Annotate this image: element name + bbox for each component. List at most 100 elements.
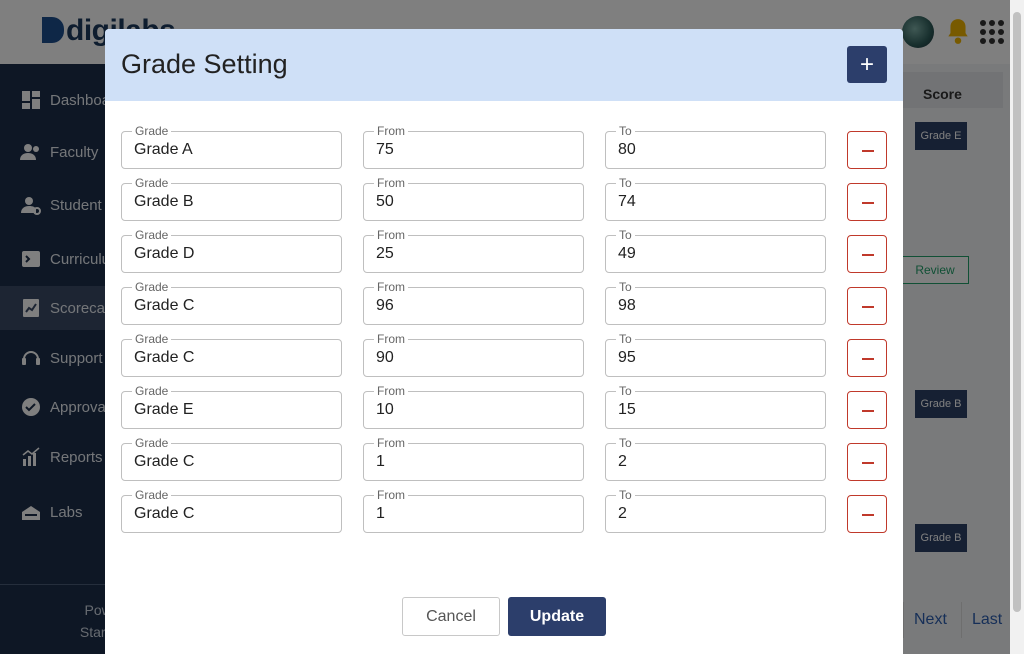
grade-value: Grade C <box>134 453 195 470</box>
remove-row-button[interactable] <box>847 287 887 325</box>
field-label: Grade <box>132 384 172 398</box>
grade-row: Grade Grade D From 25 To 49 <box>121 228 887 275</box>
field-label: To <box>616 384 635 398</box>
to-value: 95 <box>618 349 636 366</box>
from-value: 96 <box>376 297 394 314</box>
update-button[interactable]: Update <box>508 597 606 636</box>
grade-row: Grade Grade C From 1 To 2 <box>121 488 887 535</box>
minus-icon <box>862 358 874 360</box>
grade-row: Grade Grade C From 90 To 95 <box>121 332 887 379</box>
field-label: Grade <box>132 228 172 242</box>
grade-value: Grade C <box>134 297 195 314</box>
to-field[interactable]: To 98 <box>605 280 826 325</box>
from-field[interactable]: From 90 <box>363 332 584 377</box>
grade-row: Grade Grade C From 1 To 2 <box>121 436 887 483</box>
field-label: To <box>616 436 635 450</box>
field-label: From <box>374 488 408 502</box>
field-label: From <box>374 124 408 138</box>
remove-row-button[interactable] <box>847 235 887 273</box>
to-field[interactable]: To 2 <box>605 436 826 481</box>
grade-row: Grade Grade E From 10 To 15 <box>121 384 887 431</box>
to-value: 80 <box>618 141 636 158</box>
remove-row-button[interactable] <box>847 391 887 429</box>
page-scrollbar[interactable] <box>1010 0 1024 654</box>
remove-row-button[interactable] <box>847 183 887 221</box>
remove-row-button[interactable] <box>847 339 887 377</box>
minus-icon <box>862 462 874 464</box>
field-label: Grade <box>132 488 172 502</box>
minus-icon <box>862 306 874 308</box>
minus-icon <box>862 202 874 204</box>
to-field[interactable]: To 74 <box>605 176 826 221</box>
field-label: Grade <box>132 176 172 190</box>
remove-row-button[interactable] <box>847 495 887 533</box>
grade-row: Grade Grade C From 96 To 98 <box>121 280 887 327</box>
to-value: 2 <box>618 505 627 522</box>
grade-value: Grade C <box>134 505 195 522</box>
add-grade-button[interactable]: + <box>847 46 887 83</box>
from-value: 90 <box>376 349 394 366</box>
grade-field[interactable]: Grade Grade A <box>121 124 342 169</box>
grade-row: Grade Grade A From 75 To 80 <box>121 124 887 171</box>
grade-value: Grade E <box>134 401 194 418</box>
to-value: 74 <box>618 193 636 210</box>
grade-value: Grade A <box>134 141 193 158</box>
to-field[interactable]: To 15 <box>605 384 826 429</box>
modal-header: Grade Setting + <box>105 29 903 101</box>
grade-field[interactable]: Grade Grade B <box>121 176 342 221</box>
to-value: 98 <box>618 297 636 314</box>
from-value: 50 <box>376 193 394 210</box>
field-label: From <box>374 436 408 450</box>
grade-row: Grade Grade B From 50 To 74 <box>121 176 887 223</box>
from-field[interactable]: From 10 <box>363 384 584 429</box>
field-label: Grade <box>132 436 172 450</box>
grade-value: Grade C <box>134 349 195 366</box>
to-field[interactable]: To 80 <box>605 124 826 169</box>
from-field[interactable]: From 50 <box>363 176 584 221</box>
from-value: 1 <box>376 505 385 522</box>
field-label: From <box>374 332 408 346</box>
to-field[interactable]: To 49 <box>605 228 826 273</box>
grade-field[interactable]: Grade Grade C <box>121 332 342 377</box>
remove-row-button[interactable] <box>847 131 887 169</box>
field-label: To <box>616 280 635 294</box>
scrollbar-thumb[interactable] <box>1013 12 1021 612</box>
remove-row-button[interactable] <box>847 443 887 481</box>
to-value: 49 <box>618 245 636 262</box>
field-label: Grade <box>132 280 172 294</box>
field-label: To <box>616 332 635 346</box>
to-field[interactable]: To 2 <box>605 488 826 533</box>
field-label: From <box>374 384 408 398</box>
grade-field[interactable]: Grade Grade C <box>121 488 342 533</box>
from-field[interactable]: From 1 <box>363 488 584 533</box>
minus-icon <box>862 254 874 256</box>
from-field[interactable]: From 25 <box>363 228 584 273</box>
from-field[interactable]: From 1 <box>363 436 584 481</box>
cancel-button[interactable]: Cancel <box>402 597 500 636</box>
minus-icon <box>862 150 874 152</box>
grade-value: Grade B <box>134 193 194 210</box>
from-value: 75 <box>376 141 394 158</box>
grade-field[interactable]: Grade Grade C <box>121 280 342 325</box>
minus-icon <box>862 410 874 412</box>
from-field[interactable]: From 96 <box>363 280 584 325</box>
field-label: From <box>374 228 408 242</box>
from-value: 1 <box>376 453 385 470</box>
field-label: From <box>374 176 408 190</box>
modal-title: Grade Setting <box>121 49 288 79</box>
from-field[interactable]: From 75 <box>363 124 584 169</box>
grade-value: Grade D <box>134 245 195 262</box>
field-label: To <box>616 488 635 502</box>
grade-setting-modal: Grade Setting + Grade Grade A From 75 To 80… <box>105 29 903 654</box>
field-label: To <box>616 176 635 190</box>
from-value: 10 <box>376 401 394 418</box>
to-field[interactable]: To 95 <box>605 332 826 377</box>
field-label: Grade <box>132 332 172 346</box>
grade-field[interactable]: Grade Grade E <box>121 384 342 429</box>
grade-field[interactable]: Grade Grade C <box>121 436 342 481</box>
from-value: 25 <box>376 245 394 262</box>
field-label: Grade <box>132 124 172 138</box>
minus-icon <box>862 514 874 516</box>
to-value: 2 <box>618 453 627 470</box>
grade-field[interactable]: Grade Grade D <box>121 228 342 273</box>
